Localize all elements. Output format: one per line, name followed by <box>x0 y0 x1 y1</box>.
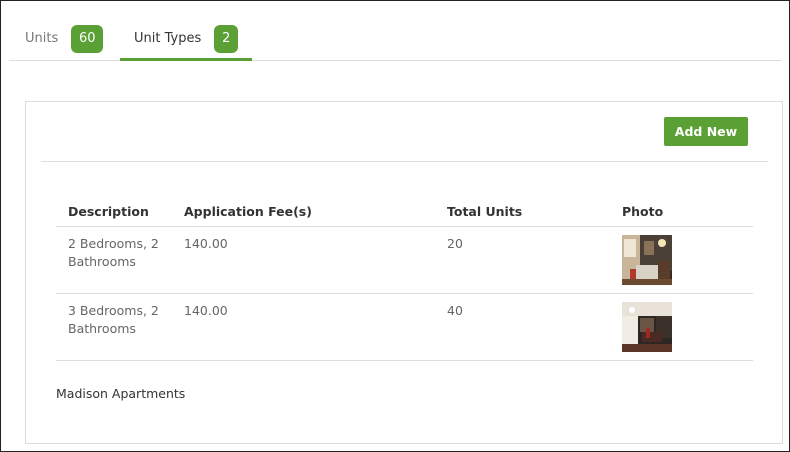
row-total-units: 20 <box>447 236 463 251</box>
table-row[interactable]: 3 Bedrooms, 2 Bathrooms 140.00 40 <box>56 294 753 361</box>
row-description: 3 Bedrooms, 2 Bathrooms <box>68 303 159 336</box>
tab-units-label: Units <box>25 31 59 46</box>
header-total-units: Total Units <box>447 204 523 219</box>
unit-photo-thumbnail[interactable] <box>622 235 672 285</box>
tab-units[interactable]: Units 60 <box>25 25 104 61</box>
row-application-fee: 140.00 <box>184 303 228 318</box>
unit-photo-thumbnail[interactable] <box>622 302 672 352</box>
divider <box>41 161 768 162</box>
tab-bar: Units 60 Unit Types 2 <box>9 1 782 61</box>
unit-types-table: Description Application Fee(s) Total Uni… <box>56 196 753 361</box>
row-description: 2 Bedrooms, 2 Bathrooms <box>68 236 159 269</box>
row-application-fee: 140.00 <box>184 236 228 251</box>
room-photo-image <box>622 235 672 285</box>
room-photo-image <box>622 302 672 352</box>
header-photo: Photo <box>622 204 664 219</box>
units-count-badge: 60 <box>71 25 104 53</box>
header-application-fee: Application Fee(s) <box>184 204 312 219</box>
table-header: Description Application Fee(s) Total Uni… <box>56 196 753 227</box>
unit-types-count-badge: 2 <box>214 25 239 53</box>
row-total-units: 40 <box>447 303 463 318</box>
property-name: Madison Apartments <box>56 386 186 401</box>
header-description: Description <box>68 204 149 219</box>
page-frame: Units 60 Unit Types 2 Add New Descriptio… <box>0 0 790 452</box>
unit-types-panel: Add New Description Application Fee(s) T… <box>25 101 783 444</box>
add-new-button[interactable]: Add New <box>664 117 748 146</box>
tab-unit-types-label: Unit Types <box>134 31 202 46</box>
tab-unit-types[interactable]: Unit Types 2 <box>120 25 252 61</box>
table-row[interactable]: 2 Bedrooms, 2 Bathrooms 140.00 20 <box>56 227 753 294</box>
